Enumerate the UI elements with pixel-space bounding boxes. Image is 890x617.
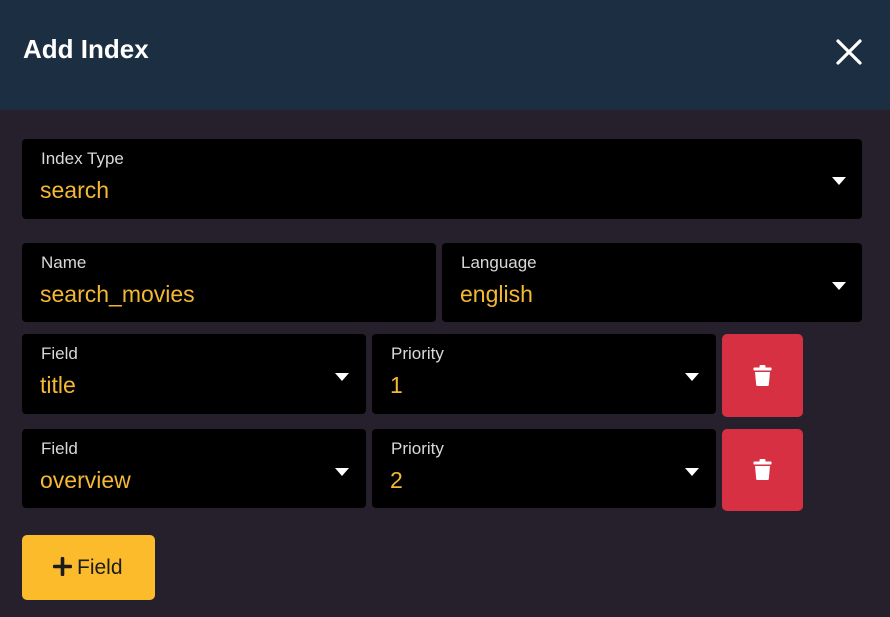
- name-label: Name: [41, 253, 87, 272]
- priority-value: 1: [390, 372, 403, 398]
- close-button[interactable]: [832, 35, 866, 69]
- index-type-select[interactable]: Index Type search: [22, 139, 862, 219]
- chevron-down-icon: [335, 468, 349, 476]
- priority-select[interactable]: Priority 2: [372, 429, 716, 508]
- chevron-down-icon: [685, 373, 699, 381]
- chevron-down-icon: [832, 177, 846, 185]
- chevron-down-icon: [685, 468, 699, 476]
- language-select[interactable]: Language english: [442, 243, 862, 322]
- priority-select[interactable]: Priority 1: [372, 334, 716, 414]
- close-icon: [836, 39, 862, 65]
- priority-label: Priority: [391, 344, 444, 363]
- add-field-label: Field: [77, 556, 123, 579]
- trash-icon: [753, 365, 772, 386]
- chevron-down-icon: [335, 373, 349, 381]
- field-value: title: [40, 372, 76, 398]
- field-label: Field: [41, 344, 78, 363]
- add-field-button[interactable]: Field: [22, 535, 155, 600]
- trash-icon: [753, 459, 772, 480]
- priority-value: 2: [390, 467, 403, 493]
- index-type-label: Index Type: [41, 149, 124, 168]
- language-value: english: [460, 281, 533, 307]
- delete-field-button[interactable]: [722, 429, 803, 511]
- field-label: Field: [41, 439, 78, 458]
- index-type-value: search: [40, 177, 110, 203]
- field-select[interactable]: Field overview: [22, 429, 366, 508]
- field-value: overview: [40, 467, 131, 493]
- dialog-header: Add Index: [0, 0, 890, 110]
- name-value: search_movies: [40, 281, 195, 307]
- chevron-down-icon: [832, 282, 846, 290]
- plus-icon: [53, 557, 72, 576]
- language-label: Language: [461, 253, 537, 272]
- name-input[interactable]: Name search_movies: [22, 243, 436, 322]
- priority-label: Priority: [391, 439, 444, 458]
- field-select[interactable]: Field title: [22, 334, 366, 414]
- delete-field-button[interactable]: [722, 334, 803, 417]
- dialog-title: Add Index: [23, 34, 149, 64]
